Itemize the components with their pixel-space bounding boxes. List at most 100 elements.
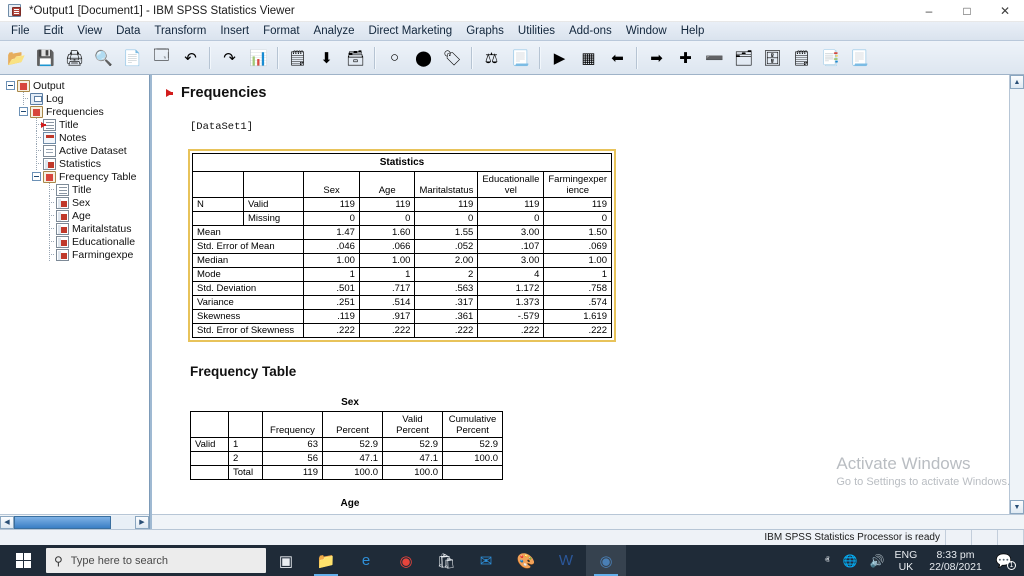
- search-input[interactable]: ⚲ Type here to search: [46, 548, 266, 573]
- sex-frequency-table[interactable]: Frequency Percent Valid Percent Cumulative …: [190, 411, 503, 480]
- outline-item-age[interactable]: Age: [0, 209, 149, 222]
- scroll-right-icon[interactable]: ▶: [135, 515, 149, 529]
- outline-item-farmingexpe[interactable]: Farmingexpe: [0, 248, 149, 261]
- paint-button[interactable]: 🎨: [506, 545, 546, 576]
- table-row[interactable]: N Valid 119 119 119 119 119: [192, 197, 612, 212]
- table-row[interactable]: Mean 1.47 1.60 1.55 3.00 1.50: [191, 225, 612, 240]
- outline-item-title[interactable]: Title: [0, 118, 149, 131]
- find-button[interactable]: 📃: [506, 43, 535, 73]
- insert-cases-button[interactable]: ⬇: [312, 43, 341, 73]
- maximize-button[interactable]: □: [948, 0, 986, 22]
- table-row[interactable]: Std. Error of Mean .046.066.052.107.069: [191, 239, 612, 254]
- recall-dialog-button[interactable]: 🗔: [147, 43, 176, 73]
- back-button[interactable]: ⬅: [603, 43, 632, 73]
- menu-transform[interactable]: Transform: [147, 24, 213, 38]
- table-row[interactable]: Skewness .119.917.361 -.579 1.619: [191, 309, 612, 324]
- menu-help[interactable]: Help: [674, 24, 712, 38]
- table-row[interactable]: Std. Deviation .501.717.563 1.172.758: [191, 281, 612, 296]
- mail-button[interactable]: ✉: [466, 545, 506, 576]
- menu-data[interactable]: Data: [109, 24, 147, 38]
- statistics-table[interactable]: Statistics Sex Age Maritalstatus Educational…: [191, 153, 612, 338]
- undo-button[interactable]: ↶: [176, 43, 205, 73]
- outline-item-maritalstatus[interactable]: Maritalstatus: [0, 222, 149, 235]
- language-indicator[interactable]: ENG UK: [890, 549, 921, 573]
- collapse-icon[interactable]: [6, 81, 15, 90]
- table-row[interactable]: 2 56 47.1 47.1 100.0: [190, 451, 503, 466]
- viewer-vertical-scrollbar[interactable]: ▲ ▼: [1009, 75, 1024, 514]
- outline-scroll-thumb[interactable]: [14, 515, 111, 529]
- minimize-button[interactable]: –: [910, 0, 948, 22]
- table-row[interactable]: Mode 1 1 2 4 1: [191, 267, 612, 282]
- outline-item-title[interactable]: Title: [0, 183, 149, 196]
- outline-item-frequency-table[interactable]: Frequency Table: [0, 170, 149, 183]
- variables-button[interactable]: 🗃: [341, 43, 370, 73]
- weight-cases-button[interactable]: ⚖: [477, 43, 506, 73]
- viewer-horizontal-scrollbar[interactable]: [152, 514, 1024, 529]
- menu-insert[interactable]: Insert: [213, 24, 256, 38]
- age-table-container[interactable]: Age: [190, 498, 510, 509]
- menu-view[interactable]: View: [70, 24, 109, 38]
- sex-table-container[interactable]: Sex Frequency Percent Valid Percent Cumulat…: [190, 397, 510, 480]
- insert-heading-button[interactable]: 🗒: [787, 43, 816, 73]
- goto-data-button[interactable]: 📊: [244, 43, 273, 73]
- table-row[interactable]: Valid 1 63 52.9 52.9 52.9: [190, 437, 503, 452]
- demote-button[interactable]: ➖: [700, 43, 729, 73]
- menu-direct-marketing[interactable]: Direct Marketing: [361, 24, 459, 38]
- table-row[interactable]: Std. Error of Skewness .222.222.222.222.2…: [191, 323, 612, 338]
- goto-case-button[interactable]: 🗒: [283, 43, 312, 73]
- clock[interactable]: 8:33 pm 22/08/2021: [921, 549, 990, 573]
- menu-edit[interactable]: Edit: [37, 24, 71, 38]
- menu-window[interactable]: Window: [619, 24, 674, 38]
- menu-file[interactable]: File: [4, 24, 37, 38]
- close-button[interactable]: ✕: [986, 0, 1024, 22]
- outline-item-frequencies[interactable]: Frequencies: [0, 105, 149, 118]
- outline-item-educationalle[interactable]: Educationalle: [0, 235, 149, 248]
- split-file-button[interactable]: 🏷: [438, 43, 467, 73]
- menu-analyze[interactable]: Analyze: [307, 24, 362, 38]
- microsoft-store-button[interactable]: 🛍: [426, 545, 466, 576]
- outline-scroll-track[interactable]: [14, 515, 135, 529]
- show-button[interactable]: 🗂: [729, 43, 758, 73]
- file-explorer-button[interactable]: 📁: [306, 545, 346, 576]
- select-cases-button[interactable]: ○: [380, 43, 409, 73]
- value-labels-button[interactable]: ⬤: [409, 43, 438, 73]
- outline-item-log[interactable]: Log: [0, 92, 149, 105]
- table-row[interactable]: Total 119 100.0 100.0: [190, 465, 503, 480]
- network-icon[interactable]: 🌐: [837, 554, 864, 568]
- insert-text-button[interactable]: 📃: [845, 43, 874, 73]
- menu-utilities[interactable]: Utilities: [511, 24, 562, 38]
- outline-item-notes[interactable]: Notes: [0, 131, 149, 144]
- word-button[interactable]: W: [546, 545, 586, 576]
- volume-icon[interactable]: 🔊: [864, 554, 891, 568]
- outline-item-sex[interactable]: Sex: [0, 196, 149, 209]
- task-view-button[interactable]: ▣: [266, 545, 306, 576]
- grid-button[interactable]: ▦: [574, 43, 603, 73]
- start-button[interactable]: [0, 545, 46, 576]
- table-row[interactable]: Missing 0 0 0 0 0: [192, 211, 612, 226]
- open-file-button[interactable]: 📂: [2, 43, 31, 73]
- table-row[interactable]: Median 1.00 1.00 2.00 3.00 1.00: [191, 253, 612, 268]
- insert-title-button[interactable]: 📑: [816, 43, 845, 73]
- run-button[interactable]: ▶: [545, 43, 574, 73]
- export-button[interactable]: 📄: [118, 43, 147, 73]
- menu-graphs[interactable]: Graphs: [459, 24, 511, 38]
- collapse-icon[interactable]: [19, 107, 28, 116]
- chrome-button[interactable]: ◉: [386, 545, 426, 576]
- statistics-table-container[interactable]: Statistics Sex Age Maritalstatus Educational…: [188, 149, 616, 342]
- redo-button[interactable]: ↷: [215, 43, 244, 73]
- outline-item-statistics[interactable]: Statistics: [0, 157, 149, 170]
- spss-button[interactable]: ◉: [586, 545, 626, 576]
- forward-button[interactable]: ➡: [642, 43, 671, 73]
- notifications-icon[interactable]: 💬 1: [990, 553, 1018, 570]
- table-row[interactable]: Variance .251.514.317 1.373.574: [191, 295, 612, 310]
- print-button[interactable]: 🖨: [60, 43, 89, 73]
- promote-button[interactable]: ✚: [671, 43, 700, 73]
- outline-horizontal-scrollbar[interactable]: ◀ ▶: [0, 514, 149, 529]
- scroll-left-icon[interactable]: ◀: [0, 515, 14, 529]
- hide-button[interactable]: 🗄: [758, 43, 787, 73]
- show-hidden-icons-icon[interactable]: ⱏ: [818, 555, 837, 566]
- outline-item-active-dataset[interactable]: Active Dataset: [0, 144, 149, 157]
- menu-format[interactable]: Format: [256, 24, 306, 38]
- menu-add-ons[interactable]: Add-ons: [562, 24, 619, 38]
- print-preview-button[interactable]: 🔍: [89, 43, 118, 73]
